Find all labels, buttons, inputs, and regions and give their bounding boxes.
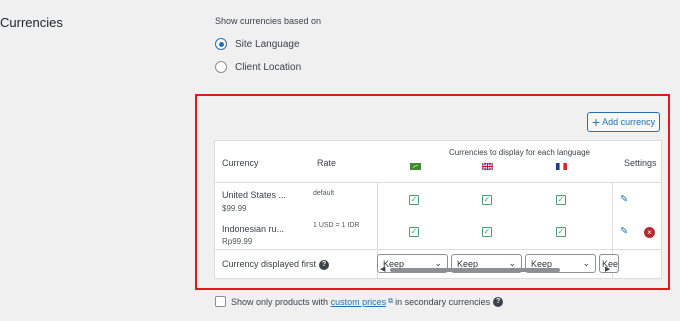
checkbox-checked[interactable]: ✓ bbox=[482, 195, 492, 205]
currency-sample: Rp99.99 bbox=[222, 237, 253, 246]
radio-button[interactable] bbox=[215, 61, 227, 73]
footer-text-after: in secondary currencies bbox=[395, 296, 491, 307]
edit-pencil-icon[interactable]: ✎ bbox=[620, 226, 628, 237]
currency-rate: default bbox=[313, 190, 335, 197]
help-icon[interactable]: ? bbox=[319, 259, 330, 270]
checkbox-checked[interactable]: ✓ bbox=[556, 195, 566, 205]
custom-prices-checkbox[interactable] bbox=[215, 296, 226, 307]
delete-icon[interactable]: × bbox=[644, 227, 655, 238]
help-icon[interactable]: ? bbox=[493, 296, 504, 307]
edit-pencil-icon[interactable]: ✎ bbox=[620, 194, 628, 205]
radio-site-language[interactable]: Site Language bbox=[215, 38, 300, 50]
show-currencies-label: Show currencies based on bbox=[215, 16, 322, 26]
add-currency-label: Add currency bbox=[602, 117, 656, 127]
row-divider bbox=[215, 249, 661, 250]
flag-uk-icon bbox=[482, 163, 493, 170]
currency-sample: $99.99 bbox=[222, 204, 247, 213]
scroll-right-icon[interactable]: ▶ bbox=[605, 265, 610, 273]
external-link-icon: ⧉ bbox=[388, 297, 394, 305]
radio-label: Client Location bbox=[235, 61, 302, 73]
row-divider bbox=[215, 182, 661, 183]
checkbox-checked[interactable]: ✓ bbox=[409, 227, 419, 237]
currency-name: Indonesian ru... bbox=[222, 224, 285, 234]
currency-displayed-first-label: Currency displayed first? bbox=[222, 259, 330, 270]
custom-prices-option: Show only products with custom prices ⧉ in… bbox=[215, 296, 504, 307]
scrollbar-thumb[interactable] bbox=[390, 268, 560, 272]
horizontal-scrollbar[interactable]: ◀ ▶ bbox=[378, 265, 615, 274]
currency-rate: 1 USD = 1 IDR bbox=[313, 222, 360, 229]
section-title: Currencies bbox=[0, 15, 63, 30]
radio-button-checked[interactable] bbox=[215, 38, 227, 50]
checkbox-checked[interactable]: ✓ bbox=[482, 227, 492, 237]
col-header-currency: Currency bbox=[222, 158, 259, 168]
radio-label: Site Language bbox=[235, 38, 300, 50]
radio-client-location[interactable]: Client Location bbox=[215, 61, 301, 73]
footer-text-before: Show only products with bbox=[231, 296, 329, 307]
col-header-rate: Rate bbox=[317, 158, 337, 168]
displayed-first-text: Currency displayed first bbox=[222, 259, 317, 269]
add-currency-button[interactable]: + Add currency bbox=[587, 112, 660, 132]
col-header-settings: Settings bbox=[624, 158, 657, 168]
custom-prices-link[interactable]: custom prices bbox=[331, 297, 387, 307]
checkbox-checked[interactable]: ✓ bbox=[556, 227, 566, 237]
currency-name: United States ... bbox=[222, 190, 287, 200]
col-header-languages: Currencies to display for each language bbox=[449, 148, 590, 157]
flag-france-icon bbox=[556, 163, 567, 170]
scroll-left-icon[interactable]: ◀ bbox=[380, 265, 385, 273]
currencies-settings-page: Currencies Show currencies based on Site… bbox=[0, 0, 680, 321]
currencies-table: Currency Rate Currencies to display for … bbox=[214, 140, 662, 279]
flag-site-language-icon bbox=[410, 163, 421, 170]
plus-icon: + bbox=[591, 114, 601, 130]
checkbox-checked[interactable]: ✓ bbox=[409, 195, 419, 205]
